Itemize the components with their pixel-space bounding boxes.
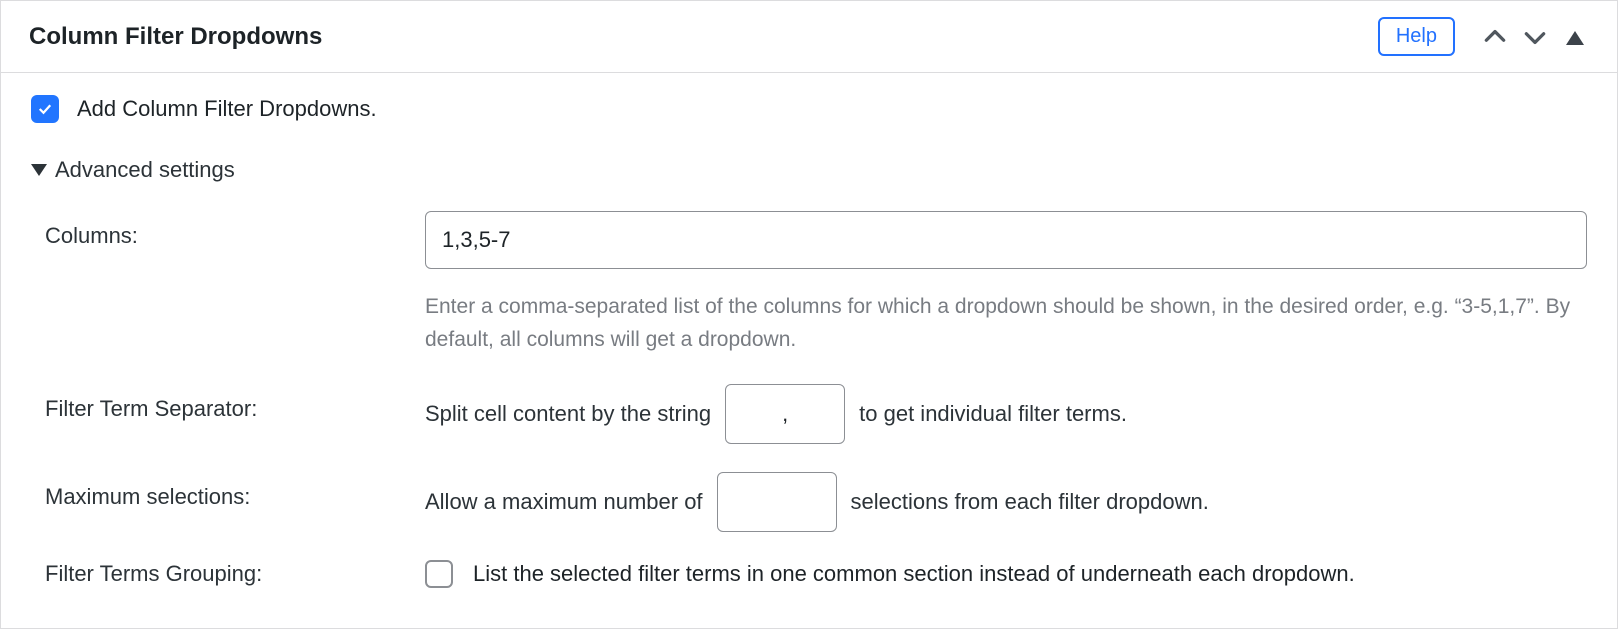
columns-label: Columns: (45, 211, 425, 249)
advanced-settings-label: Advanced settings (55, 157, 235, 183)
max-input[interactable] (717, 472, 837, 532)
move-up-icon[interactable] (1475, 17, 1515, 57)
separator-row: Filter Term Separator: Split cell conten… (45, 384, 1587, 444)
grouping-checkbox[interactable] (425, 560, 453, 588)
columns-description: Enter a comma-separated list of the colu… (425, 291, 1587, 356)
grouping-checkbox-label: List the selected filter terms in one co… (473, 561, 1355, 587)
disclosure-triangle-icon (31, 164, 47, 176)
separator-text-after: to get individual filter terms. (859, 384, 1127, 444)
max-text-after: selections from each filter dropdown. (851, 472, 1209, 532)
panel-body: Add Column Filter Dropdowns. Advanced se… (1, 73, 1617, 628)
move-down-icon[interactable] (1515, 17, 1555, 57)
max-label: Maximum selections: (45, 472, 425, 510)
grouping-label: Filter Terms Grouping: (45, 561, 425, 587)
separator-label: Filter Term Separator: (45, 384, 425, 422)
separator-text-before: Split cell content by the string (425, 384, 711, 444)
advanced-settings-body: Columns: Enter a comma-separated list of… (31, 211, 1587, 588)
columns-row: Columns: Enter a comma-separated list of… (45, 211, 1587, 356)
enable-row: Add Column Filter Dropdowns. (31, 95, 1587, 123)
panel-header: Column Filter Dropdowns Help (1, 1, 1617, 73)
collapse-panel-icon[interactable] (1555, 17, 1595, 57)
grouping-row: Filter Terms Grouping: List the selected… (45, 560, 1587, 588)
advanced-settings-toggle[interactable]: Advanced settings (31, 157, 1587, 183)
help-button[interactable]: Help (1378, 17, 1455, 56)
enable-checkbox[interactable] (31, 95, 59, 123)
max-row: Maximum selections: Allow a maximum numb… (45, 472, 1587, 532)
separator-input[interactable] (725, 384, 845, 444)
enable-checkbox-label: Add Column Filter Dropdowns. (77, 96, 377, 122)
panel-title: Column Filter Dropdowns (29, 23, 1378, 51)
settings-panel: Column Filter Dropdowns Help Add Column … (0, 0, 1618, 629)
columns-input[interactable] (425, 211, 1587, 269)
max-text-before: Allow a maximum number of (425, 472, 703, 532)
